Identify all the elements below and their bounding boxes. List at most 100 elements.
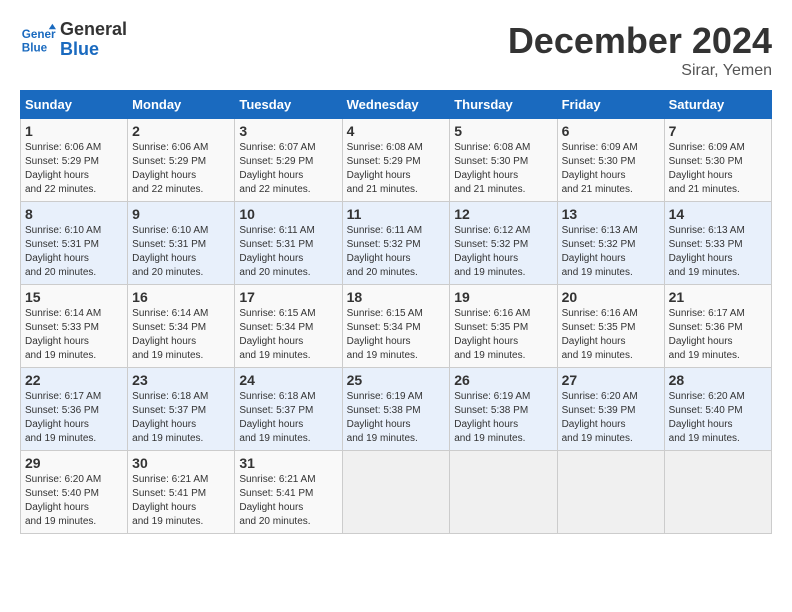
calendar-cell: 28 Sunrise: 6:20 AM Sunset: 5:40 PM Dayl… [664,368,771,451]
day-number: 1 [25,123,123,139]
calendar-cell: 22 Sunrise: 6:17 AM Sunset: 5:36 PM Dayl… [21,368,128,451]
calendar-cell: 3 Sunrise: 6:07 AM Sunset: 5:29 PM Dayli… [235,119,342,202]
calendar-cell: 9 Sunrise: 6:10 AM Sunset: 5:31 PM Dayli… [128,202,235,285]
day-number: 19 [454,289,552,305]
day-info: Sunrise: 6:21 AM Sunset: 5:41 PM Dayligh… [239,473,337,529]
day-info: Sunrise: 6:09 AM Sunset: 5:30 PM Dayligh… [562,141,660,197]
day-info: Sunrise: 6:18 AM Sunset: 5:37 PM Dayligh… [239,390,337,446]
calendar-cell: 27 Sunrise: 6:20 AM Sunset: 5:39 PM Dayl… [557,368,664,451]
day-number: 11 [347,206,446,222]
day-info: Sunrise: 6:06 AM Sunset: 5:29 PM Dayligh… [132,141,230,197]
day-info: Sunrise: 6:09 AM Sunset: 5:30 PM Dayligh… [669,141,767,197]
calendar-cell: 24 Sunrise: 6:18 AM Sunset: 5:37 PM Dayl… [235,368,342,451]
day-info: Sunrise: 6:07 AM Sunset: 5:29 PM Dayligh… [239,141,337,197]
logo: General Blue General Blue [20,20,127,60]
day-number: 21 [669,289,767,305]
calendar-cell: 15 Sunrise: 6:14 AM Sunset: 5:33 PM Dayl… [21,285,128,368]
day-info: Sunrise: 6:19 AM Sunset: 5:38 PM Dayligh… [347,390,446,446]
day-info: Sunrise: 6:20 AM Sunset: 5:40 PM Dayligh… [25,473,123,529]
day-info: Sunrise: 6:12 AM Sunset: 5:32 PM Dayligh… [454,224,552,280]
calendar-cell: 18 Sunrise: 6:15 AM Sunset: 5:34 PM Dayl… [342,285,450,368]
calendar-cell: 6 Sunrise: 6:09 AM Sunset: 5:30 PM Dayli… [557,119,664,202]
svg-text:General: General [22,28,56,41]
day-info: Sunrise: 6:10 AM Sunset: 5:31 PM Dayligh… [132,224,230,280]
day-number: 12 [454,206,552,222]
calendar-week-1: 1 Sunrise: 6:06 AM Sunset: 5:29 PM Dayli… [21,119,772,202]
calendar-cell: 1 Sunrise: 6:06 AM Sunset: 5:29 PM Dayli… [21,119,128,202]
calendar-cell: 20 Sunrise: 6:16 AM Sunset: 5:35 PM Dayl… [557,285,664,368]
day-info: Sunrise: 6:19 AM Sunset: 5:38 PM Dayligh… [454,390,552,446]
header-monday: Monday [128,91,235,119]
header-tuesday: Tuesday [235,91,342,119]
day-info: Sunrise: 6:15 AM Sunset: 5:34 PM Dayligh… [239,307,337,363]
svg-text:Blue: Blue [22,41,48,54]
day-info: Sunrise: 6:14 AM Sunset: 5:34 PM Dayligh… [132,307,230,363]
day-info: Sunrise: 6:16 AM Sunset: 5:35 PM Dayligh… [454,307,552,363]
day-info: Sunrise: 6:20 AM Sunset: 5:40 PM Dayligh… [669,390,767,446]
calendar-cell: 23 Sunrise: 6:18 AM Sunset: 5:37 PM Dayl… [128,368,235,451]
day-info: Sunrise: 6:17 AM Sunset: 5:36 PM Dayligh… [25,390,123,446]
logo-text: General Blue [60,20,127,60]
calendar-cell: 7 Sunrise: 6:09 AM Sunset: 5:30 PM Dayli… [664,119,771,202]
day-info: Sunrise: 6:20 AM Sunset: 5:39 PM Dayligh… [562,390,660,446]
day-info: Sunrise: 6:21 AM Sunset: 5:41 PM Dayligh… [132,473,230,529]
month-title: December 2024 [508,20,772,62]
logo-icon: General Blue [20,22,56,58]
day-number: 23 [132,372,230,388]
calendar-cell: 2 Sunrise: 6:06 AM Sunset: 5:29 PM Dayli… [128,119,235,202]
calendar-cell: 13 Sunrise: 6:13 AM Sunset: 5:32 PM Dayl… [557,202,664,285]
calendar-cell: 17 Sunrise: 6:15 AM Sunset: 5:34 PM Dayl… [235,285,342,368]
day-number: 27 [562,372,660,388]
calendar-cell: 10 Sunrise: 6:11 AM Sunset: 5:31 PM Dayl… [235,202,342,285]
header-sunday: Sunday [21,91,128,119]
calendar-cell: 25 Sunrise: 6:19 AM Sunset: 5:38 PM Dayl… [342,368,450,451]
day-number: 4 [347,123,446,139]
day-number: 24 [239,372,337,388]
page-header: General Blue General Blue December 2024 … [20,20,772,80]
day-number: 10 [239,206,337,222]
day-number: 18 [347,289,446,305]
day-number: 28 [669,372,767,388]
calendar-week-5: 29 Sunrise: 6:20 AM Sunset: 5:40 PM Dayl… [21,451,772,534]
day-info: Sunrise: 6:18 AM Sunset: 5:37 PM Dayligh… [132,390,230,446]
day-number: 17 [239,289,337,305]
day-number: 7 [669,123,767,139]
header-saturday: Saturday [664,91,771,119]
calendar-cell: 4 Sunrise: 6:08 AM Sunset: 5:29 PM Dayli… [342,119,450,202]
day-number: 3 [239,123,337,139]
day-info: Sunrise: 6:08 AM Sunset: 5:29 PM Dayligh… [347,141,446,197]
day-number: 22 [25,372,123,388]
calendar-cell [342,451,450,534]
calendar-cell: 5 Sunrise: 6:08 AM Sunset: 5:30 PM Dayli… [450,119,557,202]
day-info: Sunrise: 6:06 AM Sunset: 5:29 PM Dayligh… [25,141,123,197]
calendar-cell: 21 Sunrise: 6:17 AM Sunset: 5:36 PM Dayl… [664,285,771,368]
calendar-cell: 30 Sunrise: 6:21 AM Sunset: 5:41 PM Dayl… [128,451,235,534]
day-info: Sunrise: 6:17 AM Sunset: 5:36 PM Dayligh… [669,307,767,363]
day-number: 16 [132,289,230,305]
day-info: Sunrise: 6:16 AM Sunset: 5:35 PM Dayligh… [562,307,660,363]
day-number: 14 [669,206,767,222]
calendar-cell: 29 Sunrise: 6:20 AM Sunset: 5:40 PM Dayl… [21,451,128,534]
day-number: 26 [454,372,552,388]
day-number: 8 [25,206,123,222]
day-info: Sunrise: 6:13 AM Sunset: 5:33 PM Dayligh… [669,224,767,280]
day-info: Sunrise: 6:08 AM Sunset: 5:30 PM Dayligh… [454,141,552,197]
calendar-week-2: 8 Sunrise: 6:10 AM Sunset: 5:31 PM Dayli… [21,202,772,285]
day-number: 30 [132,455,230,471]
title-block: December 2024 Sirar, Yemen [508,20,772,80]
calendar-cell: 11 Sunrise: 6:11 AM Sunset: 5:32 PM Dayl… [342,202,450,285]
calendar-week-3: 15 Sunrise: 6:14 AM Sunset: 5:33 PM Dayl… [21,285,772,368]
calendar-table: SundayMondayTuesdayWednesdayThursdayFrid… [20,90,772,534]
day-number: 29 [25,455,123,471]
day-number: 25 [347,372,446,388]
day-number: 5 [454,123,552,139]
day-number: 20 [562,289,660,305]
calendar-cell [557,451,664,534]
calendar-week-4: 22 Sunrise: 6:17 AM Sunset: 5:36 PM Dayl… [21,368,772,451]
calendar-cell [450,451,557,534]
day-number: 6 [562,123,660,139]
location: Sirar, Yemen [508,62,772,80]
day-info: Sunrise: 6:10 AM Sunset: 5:31 PM Dayligh… [25,224,123,280]
calendar-cell: 31 Sunrise: 6:21 AM Sunset: 5:41 PM Dayl… [235,451,342,534]
calendar-cell: 19 Sunrise: 6:16 AM Sunset: 5:35 PM Dayl… [450,285,557,368]
